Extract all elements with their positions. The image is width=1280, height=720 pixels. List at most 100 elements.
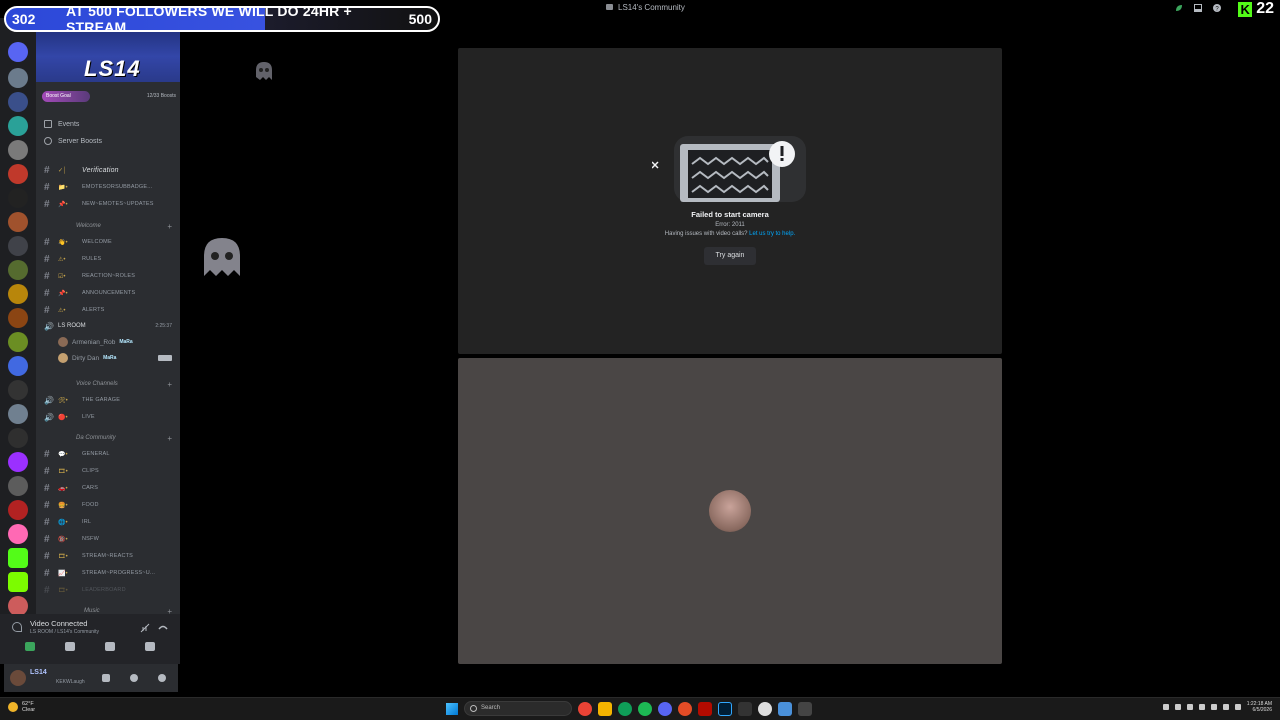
obs-icon[interactable] — [678, 701, 692, 716]
server-icon[interactable] — [8, 140, 28, 160]
chrome-icon[interactable] — [578, 701, 592, 716]
headphones-icon[interactable] — [130, 674, 138, 682]
category-welcome[interactable]: Welcome + — [44, 220, 176, 232]
server-icon[interactable] — [8, 524, 28, 544]
add-channel-icon[interactable]: + — [167, 380, 172, 389]
channel-stream-progress[interactable]: # 📈• STREAM~PROGRESS~U... — [44, 567, 176, 579]
voice-user[interactable]: Armenian_Rob MaRa — [58, 335, 176, 349]
tray-app-icon[interactable] — [1198, 704, 1205, 710]
add-channel-icon[interactable]: + — [167, 434, 172, 443]
channel-stream-reacts[interactable]: # 🎞• STREAM~REACTS — [44, 550, 176, 562]
server-icon[interactable] — [8, 212, 28, 232]
soundboard-button[interactable] — [145, 642, 155, 651]
discord-icon[interactable] — [658, 701, 672, 716]
channel-announcements[interactable]: # 📌• ANNOUNCEMENTS — [44, 287, 176, 299]
server-icon[interactable] — [8, 236, 28, 256]
server-icon[interactable] — [8, 116, 28, 136]
boost-goal[interactable]: Boost Goal 12/33 Boosts — [42, 91, 176, 103]
chevron-up-icon[interactable] — [1162, 704, 1169, 710]
channel-nsfw[interactable]: # 🔞• NSFW — [44, 533, 176, 545]
speaker-icon: 🔊 — [44, 321, 54, 331]
server-icon[interactable] — [8, 164, 28, 184]
nitro-leaf-icon[interactable] — [1174, 3, 1184, 13]
video-tile-user[interactable] — [458, 358, 1002, 664]
channel-verification[interactable]: # ✓│ Verification — [44, 164, 176, 176]
category-da-community[interactable]: Da Community + — [44, 432, 176, 444]
activities-button[interactable] — [105, 642, 115, 651]
signal-icon[interactable] — [12, 622, 22, 632]
channel-irl[interactable]: # 🌐• IRL — [44, 516, 176, 528]
channel-clips[interactable]: # 🎞• CLIPS — [44, 465, 176, 477]
server-icon[interactable] — [8, 332, 28, 352]
voice-user-name: Armenian_Rob — [72, 338, 116, 346]
terminal-icon[interactable] — [738, 701, 752, 716]
channel-leaderboard[interactable]: # 🎞• LEADERBOARD — [44, 584, 176, 596]
disconnect-icon[interactable] — [158, 623, 168, 633]
server-icon[interactable] — [8, 68, 28, 88]
tray-app-icon[interactable] — [1186, 704, 1193, 710]
channel-rules[interactable]: # ⚠• RULES — [44, 253, 176, 265]
app-icon[interactable] — [758, 701, 772, 716]
tray-app-icon[interactable] — [1174, 704, 1181, 710]
server-boosts-item[interactable]: Server Boosts — [44, 135, 102, 147]
server-icon[interactable] — [8, 404, 28, 424]
server-icon[interactable] — [8, 452, 28, 472]
channel-cars[interactable]: # 🚗• CARS — [44, 482, 176, 494]
server-icon[interactable] — [8, 428, 28, 448]
channel-welcome[interactable]: # 👋• WELCOME — [44, 236, 176, 248]
camera-button[interactable] — [25, 642, 35, 651]
server-icon[interactable] — [8, 308, 28, 328]
photos-icon[interactable] — [778, 701, 792, 716]
battery-icon[interactable] — [1234, 704, 1241, 710]
channel-reaction-roles[interactable]: # ☑• REACTION~ROLES — [44, 270, 176, 282]
inbox-icon[interactable] — [1193, 3, 1203, 13]
noise-suppression-icon[interactable] — [140, 623, 150, 633]
edge-icon[interactable] — [618, 701, 632, 716]
voice-user[interactable]: Dirty Dan MaRa — [58, 351, 176, 365]
acrobat-icon[interactable] — [698, 701, 712, 716]
server-icon[interactable] — [8, 476, 28, 496]
channel-the-garage[interactable]: 🔊 🛠• THE GARAGE — [44, 394, 176, 406]
windows-start-icon[interactable] — [446, 702, 458, 715]
help-link[interactable]: Let us try to help. — [749, 231, 795, 237]
server-icon[interactable] — [8, 596, 28, 616]
channel-general[interactable]: # 💬• GENERAL — [44, 448, 176, 460]
app-icon[interactable] — [798, 701, 812, 716]
add-channel-icon[interactable]: + — [167, 222, 172, 231]
channel-emotes[interactable]: # 📁• EMOTESORSUBBADGE... — [44, 181, 176, 193]
voice-location[interactable]: LS ROOM / LS14's Community — [30, 629, 99, 635]
clock[interactable]: 1:22:18 AM 6/5/2026 — [1247, 701, 1272, 713]
weather-widget[interactable]: 62°F Clear — [8, 701, 35, 713]
microphone-icon[interactable] — [102, 674, 110, 682]
photoshop-icon[interactable] — [718, 701, 732, 716]
server-icon[interactable] — [8, 284, 28, 304]
avatar[interactable] — [10, 670, 26, 686]
username[interactable]: LS14 — [30, 669, 47, 676]
events-item[interactable]: Events — [44, 118, 79, 130]
channel-new-emotes[interactable]: # 📌• NEW~EMOTES~UPDATES — [44, 198, 176, 210]
server-icon[interactable] — [8, 380, 28, 400]
taskbar-search[interactable]: Search — [464, 701, 572, 716]
file-explorer-icon[interactable] — [598, 701, 612, 716]
channel-alerts[interactable]: # ⚠• ALERTS — [44, 304, 176, 316]
channel-live[interactable]: 🔊 🔴• LIVE — [44, 411, 176, 423]
server-icon[interactable] — [8, 356, 28, 376]
server-icon[interactable] — [8, 188, 28, 208]
server-icon[interactable] — [8, 572, 28, 592]
category-voice-channels[interactable]: Voice Channels + — [44, 378, 176, 390]
voice-channel-ls-room[interactable]: 🔊 LS ROOM 2:25:37 — [44, 320, 176, 332]
screen-share-button[interactable] — [65, 642, 75, 651]
server-icon[interactable] — [8, 548, 28, 568]
voice-connected-panel: Video Connected LS ROOM / LS14's Communi… — [0, 614, 180, 664]
settings-gear-icon[interactable] — [158, 674, 166, 682]
help-icon[interactable]: ? — [1212, 3, 1222, 13]
wifi-icon[interactable] — [1210, 704, 1217, 710]
channel-food[interactable]: # 🍔• FOOD — [44, 499, 176, 511]
server-icon[interactable] — [8, 260, 28, 280]
server-icon[interactable] — [8, 500, 28, 520]
server-icon[interactable] — [8, 92, 28, 112]
try-again-button[interactable]: Try again — [704, 247, 756, 265]
server-icon[interactable] — [8, 42, 28, 62]
volume-icon[interactable] — [1222, 704, 1229, 710]
spotify-icon[interactable] — [638, 701, 652, 716]
